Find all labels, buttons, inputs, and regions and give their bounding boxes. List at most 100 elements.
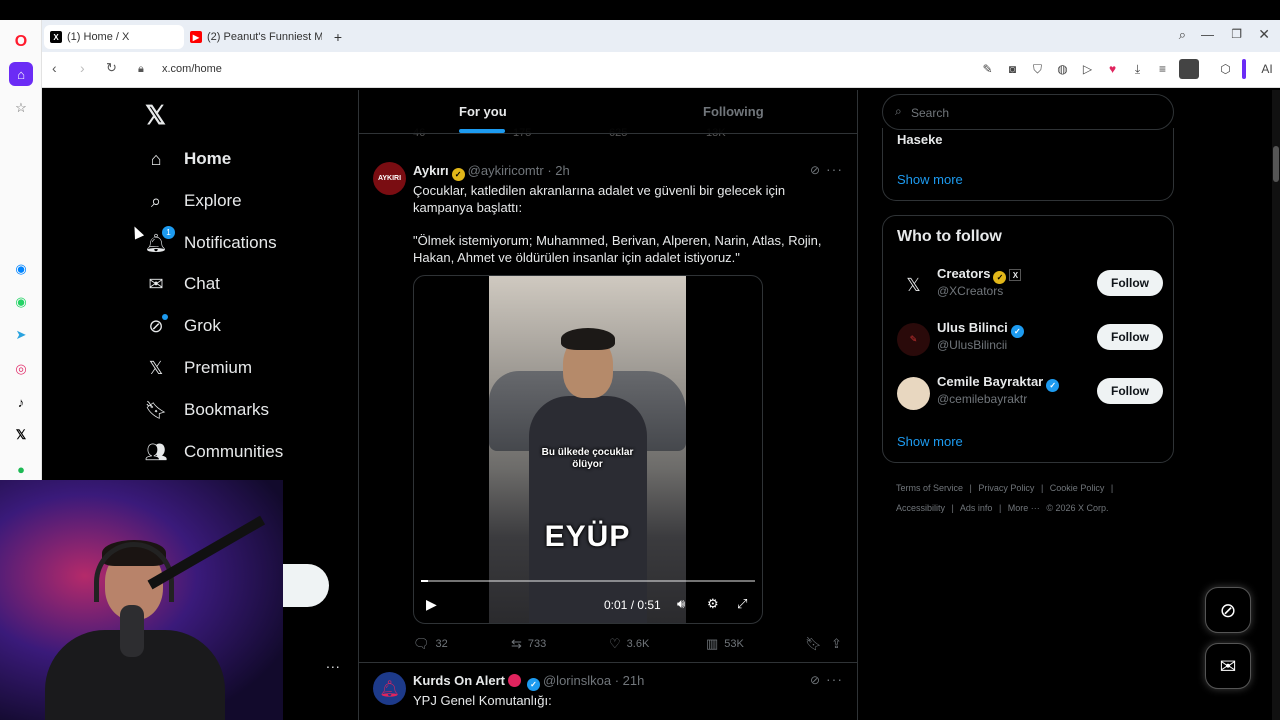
footer-link[interactable]: Privacy Policy <box>978 483 1034 493</box>
share-button[interactable]: ⇪ <box>831 636 842 652</box>
page-scrollbar[interactable] <box>1272 90 1280 720</box>
tweet-time[interactable]: 2h <box>555 163 569 178</box>
home-space-icon[interactable]: ⌂ <box>9 62 33 86</box>
restore-icon[interactable]: ❐ <box>1231 27 1242 41</box>
nav-label: Notifications <box>184 233 277 252</box>
trend-item[interactable]: Haseke <box>897 132 943 147</box>
avatar[interactable]: AYKIRI <box>373 162 406 195</box>
follow-button[interactable]: Follow <box>1097 378 1163 404</box>
follow-suggestion[interactable]: ✎ Ulus Bilinci ✓ @UlusBilincii Follow <box>897 320 1163 360</box>
extensions-icon[interactable]: ⬡ <box>1217 59 1234 79</box>
nav-home[interactable]: ⌂ Home <box>144 143 232 175</box>
spotify-icon[interactable]: ● <box>9 457 33 481</box>
lock-icon: 🔒︎ <box>138 63 144 75</box>
tab-following[interactable]: Following <box>703 104 764 119</box>
tab-for-you[interactable]: For you <box>459 104 507 119</box>
nav-grok[interactable]: ⊘ Grok <box>144 310 221 342</box>
search-tabs-icon[interactable]: ⌕ <box>1179 27 1186 43</box>
messages-fab-icon[interactable]: ✉ <box>1205 643 1251 689</box>
grok-icon[interactable]: ⊘ <box>810 673 820 687</box>
settings-gear-icon[interactable]: ⚙ <box>707 596 719 612</box>
scrollbar-thumb[interactable] <box>1273 146 1279 182</box>
grok-fab-icon[interactable]: ⊘ <box>1205 587 1251 633</box>
x-app-icon[interactable]: 𝕏 <box>9 423 33 447</box>
account-more-icon[interactable]: ... <box>326 655 341 671</box>
x-logo-icon[interactable]: 𝕏 <box>145 100 166 131</box>
footer-link[interactable]: More ··· <box>1008 503 1040 513</box>
author-handle[interactable]: @lorinslkoa <box>543 673 611 688</box>
footer-link[interactable]: Cookie Policy <box>1050 483 1105 493</box>
video-progress-bar[interactable] <box>421 580 755 582</box>
profile-avatar[interactable] <box>1179 59 1199 79</box>
more-icon[interactable]: ··· <box>826 671 843 687</box>
camera-icon[interactable]: ◙ <box>1004 59 1021 79</box>
pinboard-icon[interactable]: ☆ <box>9 96 33 120</box>
messenger-icon[interactable]: ◉ <box>9 257 33 281</box>
video-player[interactable]: Bu ülkede çocuklar ölüyor EYÜP ▶ 0:01 / … <box>413 275 763 624</box>
repost-button[interactable]: ⇆ 733 <box>511 636 546 652</box>
show-more-link[interactable]: Show more <box>897 172 963 187</box>
nav-notifications[interactable]: 🔔︎ 1 Notifications <box>144 226 277 259</box>
search-box[interactable]: ⌕ Search <box>882 94 1174 130</box>
close-window-icon[interactable]: ✕ <box>1258 26 1270 43</box>
telegram-icon[interactable]: ➤ <box>9 323 33 347</box>
tweet-time[interactable]: 21h <box>623 673 645 688</box>
nav-premium[interactable]: 𝕏 Premium <box>144 352 252 384</box>
volume-icon[interactable]: 🔊︎ <box>677 596 685 612</box>
author-name[interactable]: Kurds On Alert <box>413 673 505 688</box>
fullscreen-icon[interactable]: ⤢ <box>737 596 747 612</box>
heart-icon[interactable]: ♥ <box>1104 59 1121 79</box>
window-top-bar <box>0 0 1280 20</box>
vpn-icon[interactable]: ◍ <box>1054 59 1071 79</box>
nav-communities[interactable]: 👥︎ Communities <box>144 436 284 468</box>
tiktok-icon[interactable]: ♪ <box>9 390 33 414</box>
bookmark-button[interactable]: 🔖︎ <box>805 636 822 652</box>
like-button[interactable]: ♡ 3.6K <box>609 636 649 652</box>
instagram-icon[interactable]: ◎ <box>9 357 33 381</box>
follow-suggestion[interactable]: 𝕏 Creators ✓ X @XCreators Follow <box>897 266 1163 306</box>
whatsapp-icon[interactable]: ◉ <box>9 290 33 314</box>
tab-youtube[interactable]: ▶ (2) Peanut's Funniest Mom <box>184 25 322 49</box>
reply-button[interactable]: 🗨︎ 32 <box>413 636 448 652</box>
new-tab-button[interactable]: + <box>326 25 350 49</box>
post-button[interactable] <box>282 564 329 607</box>
edit-icon[interactable]: ✎ <box>979 59 996 79</box>
forward-icon[interactable]: › <box>80 60 85 76</box>
footer-link[interactable]: Terms of Service <box>896 483 963 493</box>
menu-icon[interactable]: ≡ <box>1154 59 1171 79</box>
shield-icon[interactable]: ⛉ <box>1029 59 1046 79</box>
footer-link[interactable]: Accessibility <box>896 503 945 513</box>
tweet-text: Çocuklar, katledilen akranlarına adalet … <box>413 183 786 215</box>
minimize-icon[interactable]: — <box>1201 27 1214 42</box>
back-icon[interactable]: ‹ <box>52 60 57 76</box>
follow-button[interactable]: Follow <box>1097 270 1163 296</box>
nav-chat[interactable]: ✉ Chat <box>144 268 219 300</box>
opera-logo-icon[interactable]: O <box>9 30 33 54</box>
video-person-hair <box>561 328 615 350</box>
url-field[interactable]: x.com/home <box>162 63 222 75</box>
nav-bookmarks[interactable]: 🔖︎ Bookmarks <box>144 394 269 426</box>
author-name[interactable]: Aykırı <box>413 163 449 178</box>
suggestion-name: Creators ✓ X <box>937 266 1022 284</box>
follow-suggestion[interactable]: Cemile Bayraktar ✓ @cemilebayraktr Follow <box>897 374 1163 414</box>
play-icon[interactable]: ▶ <box>426 596 437 613</box>
tab-x-home[interactable]: X (1) Home / X <box>44 25 184 49</box>
author-handle[interactable]: @aykiricomtr <box>468 163 544 178</box>
tweet[interactable]: AYKIRI Aykırı ✓ @aykiricomtr · 2h ⊘ ··· Ço… <box>359 152 857 663</box>
footer-separator: | <box>1040 483 1044 493</box>
player-icon[interactable]: ▷ <box>1079 59 1096 79</box>
video-progress-fill <box>421 580 428 582</box>
show-more-link[interactable]: Show more <box>897 434 963 449</box>
reload-icon[interactable]: ↻ <box>106 60 117 76</box>
footer-link[interactable]: Ads info <box>960 503 993 513</box>
more-icon[interactable]: ··· <box>826 161 843 177</box>
download-icon[interactable]: ⤓ <box>1129 59 1146 79</box>
views-button[interactable]: ▥ 53K <box>706 636 744 652</box>
grok-icon[interactable]: ⊘ <box>810 163 820 177</box>
avatar[interactable]: 🔔︎ <box>373 672 406 705</box>
tweet[interactable]: 🔔︎ Kurds On Alert ✓ @lorinslkoa · 21h ⊘ ··… <box>359 664 857 720</box>
follow-button[interactable]: Follow <box>1097 324 1163 350</box>
webcam-overlay <box>0 480 283 720</box>
aria-ai-button[interactable]: AI <box>1254 59 1280 79</box>
nav-explore[interactable]: ⌕ Explore <box>144 185 242 217</box>
